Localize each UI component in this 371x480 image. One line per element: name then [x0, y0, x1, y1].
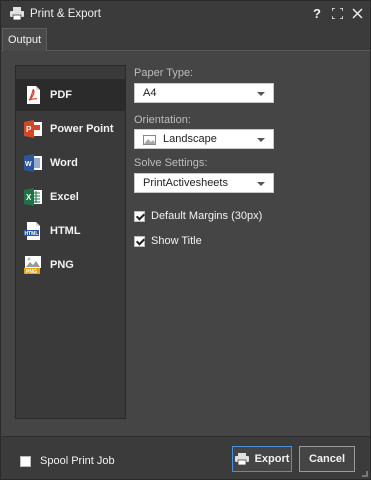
show-title-checkbox[interactable]	[134, 235, 145, 247]
tab-strip: Output	[1, 27, 370, 51]
png-icon: PNG	[24, 256, 41, 275]
dialog-footer: Spool Print Job Export Cancel	[1, 436, 370, 479]
format-label-html: HTML	[50, 225, 81, 237]
format-label-png: PNG	[50, 259, 74, 271]
format-item-pdf[interactable]: PDF	[16, 79, 125, 111]
word-icon: W	[24, 154, 42, 172]
solve-settings-label: Solve Settings:	[134, 157, 208, 169]
pdf-icon	[27, 86, 40, 104]
format-label-powerpoint: Power Point	[50, 123, 114, 135]
solve-settings-value: PrintActivesheets	[143, 177, 228, 189]
tab-output[interactable]: Output	[2, 28, 47, 51]
export-button[interactable]: Export	[232, 446, 292, 472]
spool-print-job-checkbox[interactable]	[20, 455, 31, 467]
maximize-button[interactable]	[330, 5, 344, 21]
close-button[interactable]	[350, 5, 364, 21]
export-button-label: Export	[254, 453, 290, 465]
show-title-label: Show Title	[151, 235, 202, 247]
chevron-down-icon	[257, 182, 265, 186]
excel-icon: X	[24, 188, 42, 206]
solve-settings-select[interactable]: PrintActivesheets	[134, 173, 274, 193]
window-controls: ?	[310, 5, 364, 21]
landscape-icon	[143, 135, 156, 145]
default-margins-option[interactable]: Default Margins (30px)	[134, 210, 262, 222]
paper-type-select[interactable]: A4	[134, 83, 274, 103]
spool-print-job-label: Spool Print Job	[40, 455, 115, 467]
orientation-label: Orientation:	[134, 114, 191, 126]
output-panel: PDF P Power Point W Word X Excel HTML HT…	[1, 51, 370, 436]
cancel-button-label: Cancel	[308, 453, 346, 465]
paper-type-value: A4	[143, 87, 157, 99]
spool-print-job-option[interactable]: Spool Print Job	[20, 455, 115, 467]
resize-grip[interactable]	[362, 471, 368, 477]
svg-text:P: P	[26, 125, 32, 134]
tab-output-label: Output	[7, 34, 42, 46]
default-margins-checkbox[interactable]	[134, 210, 145, 222]
title-bar[interactable]: Print & Export ?	[1, 1, 370, 27]
powerpoint-icon: P	[24, 120, 42, 138]
format-item-excel[interactable]: X Excel	[16, 181, 125, 213]
format-label-word: Word	[50, 157, 78, 169]
window-title: Print & Export	[30, 8, 101, 20]
svg-text:W: W	[25, 161, 32, 168]
format-label-excel: Excel	[50, 191, 79, 203]
show-title-option[interactable]: Show Title	[134, 235, 202, 247]
default-margins-label: Default Margins (30px)	[151, 210, 263, 222]
svg-text:HTML: HTML	[25, 231, 39, 237]
format-label-pdf: PDF	[50, 89, 72, 101]
svg-text:PNG: PNG	[26, 269, 37, 275]
maximize-icon	[331, 7, 343, 19]
chevron-down-icon	[257, 138, 265, 142]
format-item-powerpoint[interactable]: P Power Point	[16, 113, 125, 145]
paper-type-label: Paper Type:	[134, 67, 194, 79]
format-item-html[interactable]: HTML HTML	[16, 215, 125, 247]
orientation-select[interactable]: Landscape	[134, 129, 274, 149]
printer-icon	[234, 453, 249, 465]
cancel-button[interactable]: Cancel	[299, 446, 355, 472]
format-item-png[interactable]: PNG PNG	[16, 249, 125, 281]
svg-text:X: X	[26, 193, 32, 202]
format-item-word[interactable]: W Word	[16, 147, 125, 179]
format-list: PDF P Power Point W Word X Excel HTML HT…	[15, 65, 126, 419]
orientation-value: Landscape	[163, 133, 217, 145]
help-icon: ?	[313, 5, 321, 21]
close-icon	[352, 8, 362, 18]
chevron-down-icon	[257, 92, 265, 96]
html-icon: HTML	[24, 222, 40, 240]
help-button[interactable]: ?	[310, 5, 324, 21]
print-export-dialog: Print & Export ? Output PDF P Power Poin…	[0, 0, 371, 480]
printer-icon	[10, 7, 24, 20]
